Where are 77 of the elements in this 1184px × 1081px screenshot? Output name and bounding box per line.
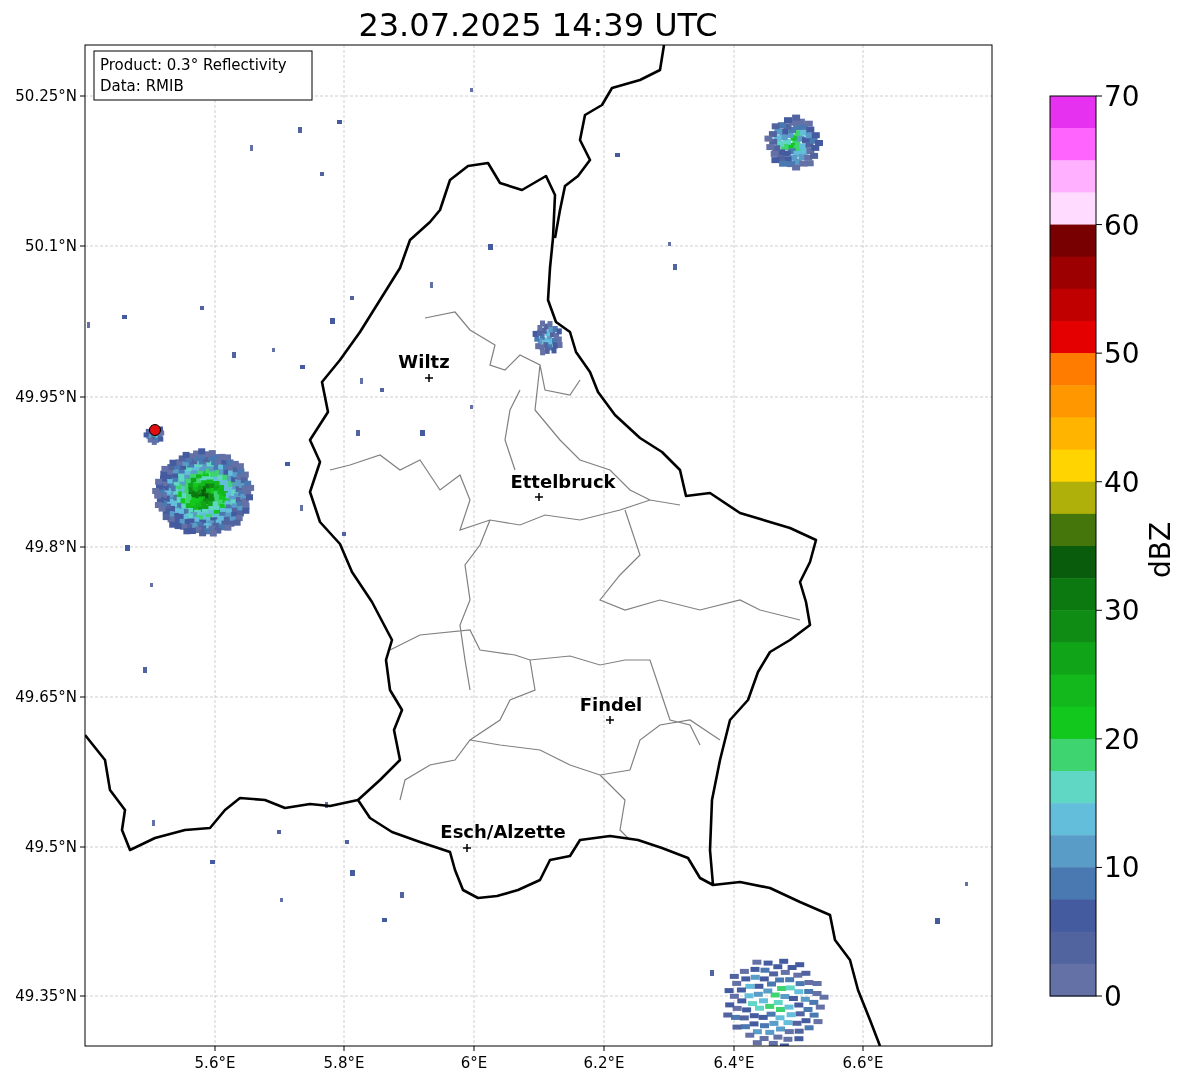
radar-echo xyxy=(965,882,968,886)
radar-echo xyxy=(330,318,335,324)
city-marker-icon xyxy=(424,373,434,383)
radar-echo xyxy=(280,898,283,902)
radar-echo xyxy=(668,242,671,246)
radar-echo xyxy=(152,820,155,826)
colorbar-tick-label: 0 xyxy=(1104,980,1122,1013)
radar-echo xyxy=(470,405,473,409)
radar-echo-drawing xyxy=(532,320,563,356)
colorbar-tick-label: 20 xyxy=(1104,722,1140,756)
city-label: Ettelbruck xyxy=(510,471,616,492)
colorbar-tick-label: 30 xyxy=(1104,594,1140,628)
radar-echo xyxy=(143,667,147,673)
axis-tick-label: 49.35°N xyxy=(15,987,77,1005)
radar-echo xyxy=(200,306,204,310)
city-label: Esch/Alzette xyxy=(440,821,566,842)
radar-echo xyxy=(320,172,324,176)
info-text: Product: 0.3° Reflectivity xyxy=(100,56,287,74)
radar-echo xyxy=(210,860,215,864)
colorbar-tick-label: 60 xyxy=(1104,208,1140,242)
axis-tick-label: 49.5°N xyxy=(24,838,77,856)
radar-echo xyxy=(350,870,355,876)
radar-echo xyxy=(400,892,404,898)
axis-tick-label: 6°E xyxy=(460,1054,488,1072)
radar-echo xyxy=(87,322,90,328)
radar-echo xyxy=(430,282,433,288)
radar-echo xyxy=(356,430,360,436)
radar-echo xyxy=(382,918,387,922)
radar-echo xyxy=(277,830,281,834)
chart-title: 23.07.2025 14:39 UTC xyxy=(358,6,718,44)
colorbar-tick-label: 50 xyxy=(1104,337,1140,371)
radar-echo xyxy=(710,970,714,976)
axis-tick-label: 6.4°E xyxy=(713,1054,755,1072)
axis-tick-label: 5.6°E xyxy=(194,1054,236,1072)
radar-echo xyxy=(350,296,354,300)
axis-tick-label: 50.1°N xyxy=(24,237,77,255)
radar-echo xyxy=(420,430,425,436)
city-marker-icon xyxy=(605,715,615,725)
radar-echo xyxy=(345,840,349,844)
axis-tick-label: 49.95°N xyxy=(15,388,77,406)
radar-echo-drawing xyxy=(764,114,823,171)
axis-tick-label: 50.25°N xyxy=(15,87,77,105)
axis-tick-label: 5.8°E xyxy=(323,1054,365,1072)
radar-site-marker xyxy=(149,424,161,436)
radar-echo xyxy=(935,918,940,924)
city-marker-icon xyxy=(534,492,544,502)
radar-echo xyxy=(673,264,677,270)
radar-echo xyxy=(298,127,302,133)
colorbar-label: dBZ xyxy=(1144,521,1177,579)
radar-echo xyxy=(615,153,620,157)
radar-echo xyxy=(272,348,275,352)
colorbar-tick-label: 10 xyxy=(1104,851,1140,885)
radar-echo xyxy=(342,532,346,536)
colorbar-tick-label: 40 xyxy=(1104,465,1140,499)
axis-tick-label: 6.6°E xyxy=(842,1054,884,1072)
axis-tick-label: 49.8°N xyxy=(24,538,77,556)
radar-echo xyxy=(300,365,305,369)
city-label: Wiltz xyxy=(398,351,450,372)
info-text: Data: RMIB xyxy=(100,77,184,95)
radar-echo xyxy=(380,388,384,392)
radar-echo xyxy=(250,145,253,151)
radar-echo xyxy=(325,802,328,808)
axis-tick-label: 49.65°N xyxy=(15,688,77,706)
radar-echo xyxy=(488,244,493,250)
radar-echo xyxy=(470,88,473,92)
city-label: Findel xyxy=(579,694,643,715)
radar-echo xyxy=(122,315,127,319)
radar-echo xyxy=(300,505,303,511)
radar-echo xyxy=(232,352,236,358)
radar-echo xyxy=(125,545,130,551)
radar-echo xyxy=(150,583,153,587)
axis-tick-label: 6.2°E xyxy=(583,1054,625,1072)
city-marker-icon xyxy=(462,843,472,853)
radar-echo xyxy=(285,462,290,466)
colorbar-tick-label: 70 xyxy=(1104,80,1140,113)
radar-echo xyxy=(360,378,363,384)
radar-echo xyxy=(337,120,342,124)
